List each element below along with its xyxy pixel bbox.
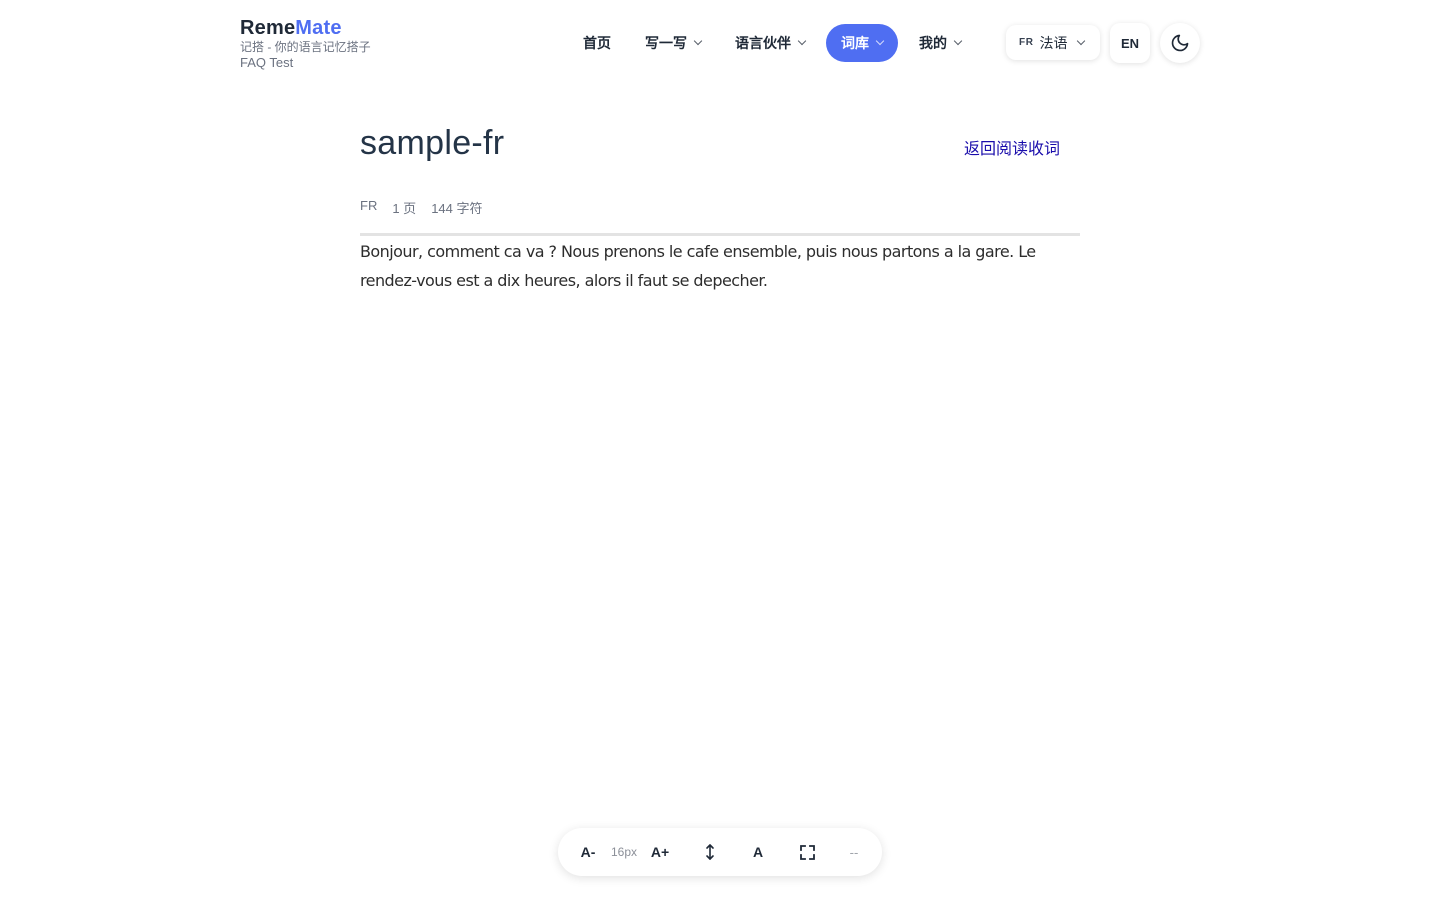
chevron-down-icon — [797, 36, 807, 46]
chevron-down-icon — [693, 36, 703, 46]
language-name: 法语 — [1039, 34, 1068, 51]
back-to-reading-link[interactable]: 返回阅读收词 — [964, 135, 1060, 159]
learning-language-select[interactable]: FR 法语 — [1006, 25, 1100, 60]
brand-subtitle: 记搭 - 你的语言记忆搭子 — [240, 40, 371, 54]
brand[interactable]: RemeMate 记搭 - 你的语言记忆搭子 FAQ Test — [240, 16, 371, 70]
nav-home-label: 首页 — [583, 35, 611, 51]
font-size-value: 16px — [610, 845, 638, 859]
nav-vocabulary-label: 词库 — [841, 35, 869, 51]
main-nav: 首页 写一写 语言伙伴 词库 我的 — [570, 24, 974, 62]
fullscreen-button[interactable] — [791, 828, 823, 876]
nav-language-partner-label: 语言伙伴 — [735, 35, 791, 51]
nav-home[interactable]: 首页 — [570, 24, 624, 62]
theme-toggle-button[interactable] — [1160, 23, 1200, 63]
nav-mine-label: 我的 — [919, 35, 947, 51]
divider — [360, 233, 1080, 236]
brand-logo[interactable]: RemeMate — [240, 16, 371, 40]
meta-pages: 1 页 — [392, 201, 417, 216]
chevron-down-icon — [1076, 36, 1085, 45]
meta-language: FR — [360, 198, 378, 213]
language-code: FR — [1019, 37, 1034, 48]
document-text[interactable]: Bonjour, comment ca va ? Nous prenons le… — [360, 237, 1080, 295]
nav-vocabulary[interactable]: 词库 — [826, 24, 898, 62]
line-height-button[interactable] — [694, 828, 726, 876]
toolbar-placeholder: -- — [849, 844, 859, 860]
increase-font-button[interactable]: A+ — [644, 828, 676, 876]
document-title: sample-fr — [360, 124, 505, 162]
vertical-arrows-icon — [706, 844, 714, 860]
fullscreen-icon — [799, 844, 815, 860]
brand-name-part1: Reme — [240, 17, 296, 39]
font-toggle-button[interactable]: A — [742, 828, 774, 876]
decrease-font-button[interactable]: A- — [572, 828, 604, 876]
chevron-down-icon — [953, 36, 963, 46]
nav-mine[interactable]: 我的 — [906, 24, 974, 62]
document-meta: FR 1 页 144 字符 — [360, 198, 483, 217]
meta-chars: 144 字符 — [431, 201, 483, 216]
brand-name-part2: Mate — [295, 17, 342, 39]
user-name: FAQ Test — [240, 55, 294, 70]
nav-write[interactable]: 写一写 — [632, 24, 714, 62]
chevron-down-icon — [875, 36, 885, 46]
ui-language-button[interactable]: EN — [1110, 23, 1150, 63]
reader-toolbar: A- 16px A+ A -- — [558, 828, 882, 876]
nav-write-label: 写一写 — [645, 35, 687, 51]
nav-language-partner[interactable]: 语言伙伴 — [722, 24, 818, 62]
site-header: RemeMate 记搭 - 你的语言记忆搭子 FAQ Test 首页 写一写 语… — [0, 0, 1440, 90]
moon-icon — [1171, 34, 1189, 52]
